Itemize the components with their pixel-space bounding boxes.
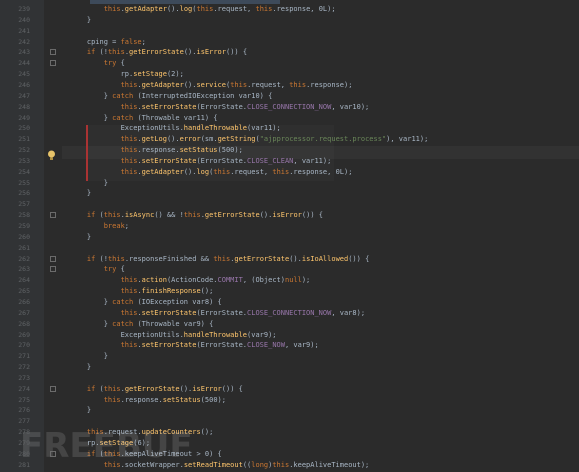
fold-marker-icon[interactable] [50,385,56,392]
lightbulb-icon[interactable] [47,146,56,160]
code-editor[interactable]: this.getAdapter().log(this.request, this… [0,0,579,472]
fold-marker-icon[interactable] [50,60,56,67]
svg-text:FREEBUF: FREEBUF [20,426,193,465]
fold-marker-icon[interactable] [50,450,56,457]
line-number: 281 [18,460,30,469]
watermark-logo: FREEBUF [20,425,210,466]
fold-gutter [44,0,62,472]
code-area[interactable]: this.getAdapter().log(this.request, this… [62,0,579,472]
fold-marker-icon[interactable] [50,49,56,56]
fold-marker-icon[interactable] [50,255,56,262]
fold-marker-icon[interactable] [50,212,56,219]
fold-marker-icon[interactable] [50,266,56,273]
